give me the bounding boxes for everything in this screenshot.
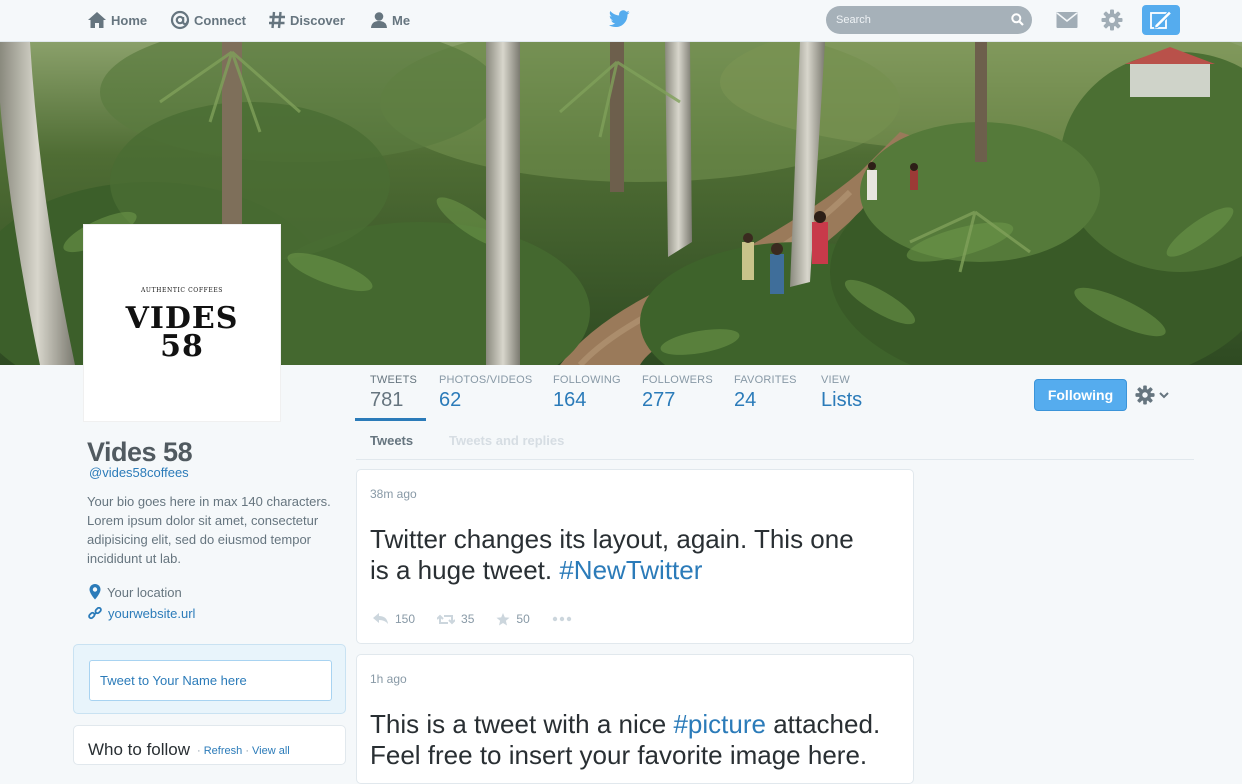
tweet-text-segment: attached.	[765, 709, 881, 739]
profile-website[interactable]: yourwebsite.url	[88, 606, 195, 621]
home-icon	[88, 12, 106, 28]
reply-count: 150	[395, 612, 416, 626]
gear-icon[interactable]	[1101, 9, 1123, 31]
stat-value: 277	[642, 389, 676, 411]
favorite-button[interactable]: 50	[496, 612, 530, 626]
logo-tagline: AUTHENTIC COFFEES	[140, 287, 224, 294]
tweet-timestamp[interactable]: 1h ago	[370, 672, 407, 686]
tweet-to-input[interactable]	[89, 660, 332, 701]
tweet-actions: 150 35 50	[373, 612, 600, 626]
link-icon	[88, 606, 102, 619]
nav-home[interactable]: Home	[87, 10, 147, 30]
tweet-text-segment: is a huge tweet.	[370, 555, 560, 585]
stat-value: Lists	[821, 389, 863, 411]
profile-location: Your location	[89, 584, 182, 600]
retweet-count: 35	[461, 612, 475, 626]
at-icon	[170, 10, 190, 30]
compose-icon	[1150, 10, 1173, 29]
reply-icon	[373, 613, 388, 624]
view-all-link[interactable]: View all	[252, 745, 290, 757]
nav-connect-label: Connect	[194, 12, 246, 28]
nav-home-label: Home	[111, 12, 148, 28]
separator: ·	[242, 745, 253, 757]
nav-connect[interactable]: Connect	[170, 10, 246, 30]
profile-handle[interactable]: @vides58coffees	[89, 465, 189, 480]
tweet-text-line: Twitter changes its layout, again. This …	[370, 524, 854, 554]
stat-label: FAVORITES	[734, 374, 797, 386]
tweet-card[interactable]: 1h ago This is a tweet with a nice #pict…	[356, 654, 914, 784]
search-icon[interactable]	[1011, 13, 1024, 26]
star-icon	[496, 612, 510, 625]
hashtag-link[interactable]: #picture	[673, 709, 766, 739]
logo-wordmark: VIDES 58	[84, 304, 280, 364]
person-icon	[371, 12, 387, 28]
who-to-follow-title: Who to follow	[88, 740, 191, 759]
active-stat-indicator	[355, 418, 426, 421]
stat-value: 781	[370, 389, 404, 411]
stat-value: 164	[553, 389, 587, 411]
stat-lists[interactable]: VIEW Lists	[821, 374, 862, 412]
stat-label: FOLLOWERS	[642, 374, 713, 386]
stat-label: VIEW	[821, 374, 850, 386]
twitter-bird-icon[interactable]	[609, 10, 630, 28]
hashtag-link[interactable]: #NewTwitter	[559, 555, 702, 585]
logo-line-2: 58	[160, 329, 204, 364]
reply-button[interactable]: 150	[373, 612, 415, 626]
top-navigation-bar: Home Connect Discover Me	[0, 0, 1242, 42]
tweet-text: Twitter changes its layout, again. This …	[370, 524, 910, 586]
tweet-card[interactable]: 38m ago Twitter changes its layout, agai…	[356, 469, 914, 644]
stat-label: PHOTOS/VIDEOS	[439, 374, 533, 386]
tab-tweets[interactable]: Tweets	[370, 433, 413, 448]
stat-value: 24	[734, 389, 757, 411]
tweet-text-line: This is a tweet with a nice #picture att…	[370, 709, 910, 740]
envelope-icon[interactable]	[1056, 11, 1078, 29]
nav-discover-label: Discover	[290, 12, 345, 28]
stat-label: FOLLOWING	[553, 374, 621, 386]
tweet-to-box	[73, 644, 346, 714]
tweet-text-line: Feel free to insert your favorite image …	[370, 740, 868, 770]
tweet-timestamp[interactable]: 38m ago	[370, 487, 417, 501]
location-pin-icon	[89, 584, 101, 600]
tweet-text-segment: This is a tweet with a nice	[370, 709, 674, 739]
who-to-follow-panel: Who to follow · Refresh · View all	[73, 725, 346, 765]
stat-following[interactable]: FOLLOWING 164	[553, 374, 621, 412]
profile-bio: Your bio goes here in max 140 characters…	[87, 494, 331, 566]
location-text: Your location	[107, 584, 182, 600]
stat-photos-videos[interactable]: PHOTOS/VIDEOS 62	[439, 374, 532, 412]
retweet-button[interactable]: 35	[437, 612, 474, 626]
timeline-tabs: Tweets Tweets and replies	[356, 423, 1194, 460]
profile-name: Vides 58	[87, 437, 193, 467]
website-text: yourwebsite.url	[108, 606, 196, 621]
stat-followers[interactable]: FOLLOWERS 277	[642, 374, 713, 412]
refresh-link[interactable]: Refresh	[204, 745, 243, 757]
more-dots-icon	[552, 616, 571, 622]
stat-label: TWEETS	[370, 374, 418, 386]
retweet-icon	[437, 614, 456, 624]
nav-me[interactable]: Me	[370, 10, 410, 30]
compose-tweet-button[interactable]	[1142, 5, 1180, 35]
stat-favorites[interactable]: FAVORITES 24	[734, 374, 797, 412]
profile-avatar[interactable]: AUTHENTIC COFFEES VIDES 58	[83, 224, 281, 422]
following-button[interactable]: Following	[1034, 379, 1127, 411]
separator: ·	[197, 745, 204, 757]
stat-tweets[interactable]: TWEETS 781	[370, 374, 417, 412]
hashtag-icon	[269, 11, 285, 29]
more-button[interactable]	[552, 616, 578, 622]
tweet-text-line: is a huge tweet. #NewTwitter	[370, 555, 910, 586]
stat-value: 62	[439, 389, 462, 411]
profile-settings-menu[interactable]	[1135, 385, 1170, 405]
chevron-down-icon	[1159, 392, 1169, 399]
gear-icon	[1135, 385, 1155, 405]
who-to-follow-links: · Refresh · View all	[197, 745, 290, 757]
tab-tweets-and-replies[interactable]: Tweets and replies	[449, 433, 564, 448]
favorite-count: 50	[516, 612, 530, 626]
nav-discover[interactable]: Discover	[268, 10, 345, 30]
tweet-text: This is a tweet with a nice #picture att…	[370, 709, 910, 771]
nav-me-label: Me	[392, 12, 411, 28]
search-input[interactable]	[826, 6, 1032, 34]
